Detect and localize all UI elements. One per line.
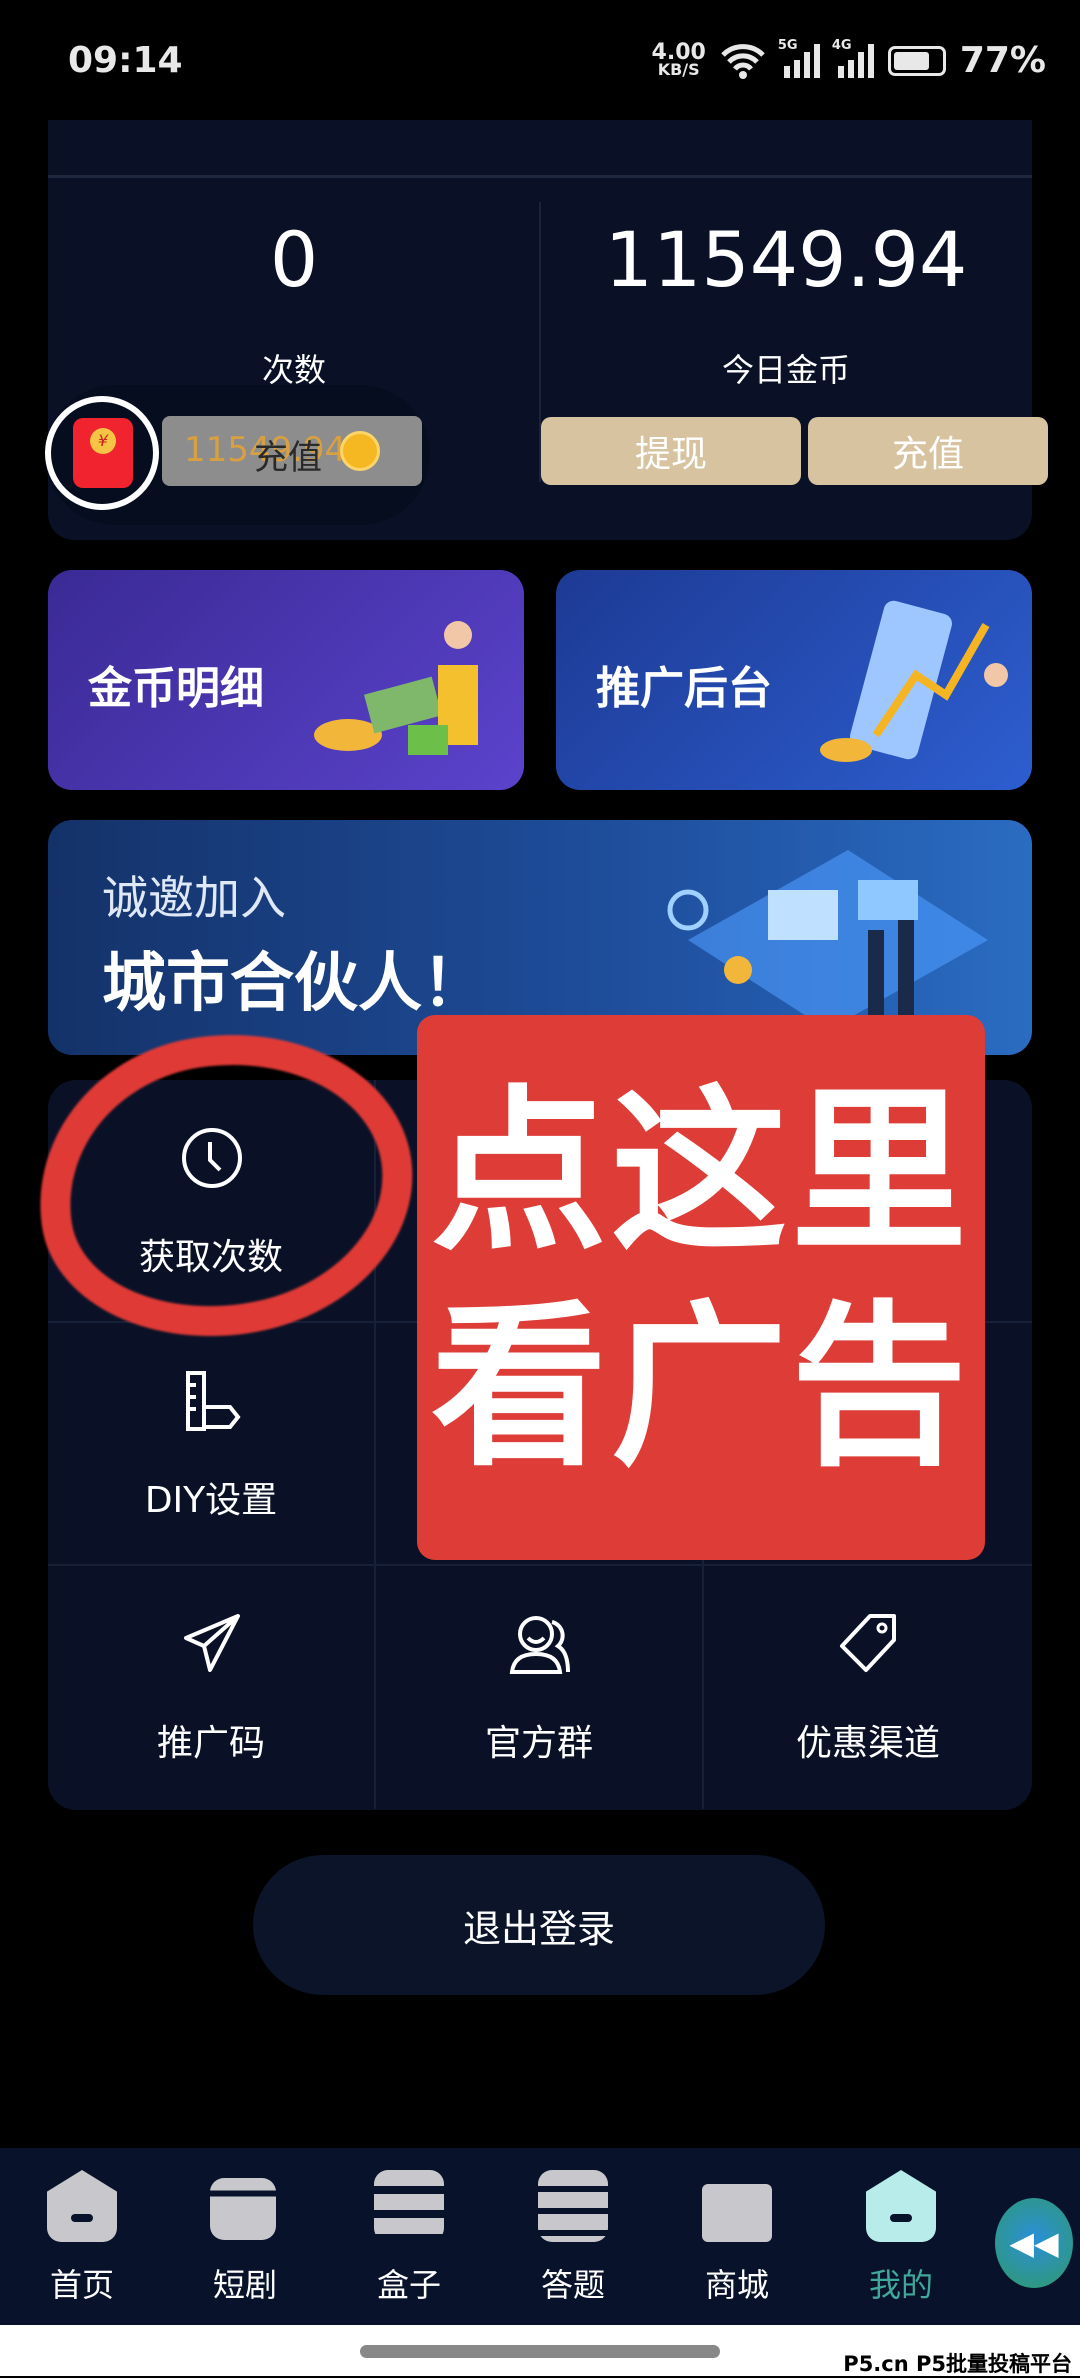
coins-label: 今日金币 (721, 351, 850, 389)
nav-home[interactable]: 首页 (0, 2148, 164, 2325)
ruler-pencil-icon (186, 1371, 241, 1431)
bottom-nav: 首页 短剧 盒子 答题 商城 我的 ◀◀ (0, 2148, 1080, 2325)
coin-details-tile[interactable]: 金币明细 (48, 570, 524, 790)
tile-label: 金币明细 (88, 663, 264, 714)
banner-subtitle: 诚邀加入 (102, 871, 286, 925)
battery-level: 77% (959, 40, 1046, 81)
coin-icon (340, 431, 380, 471)
home-icon (47, 2170, 117, 2242)
count-value: 0 (269, 215, 319, 304)
coins-value: 11549.94 (604, 215, 968, 304)
overlay-line2: 看广告 (430, 1285, 971, 1490)
tile-label: 推广后台 (596, 663, 772, 714)
clapperboard-icon (210, 2178, 276, 2240)
grid-item-diy-settings[interactable]: DIY设置 (48, 1323, 376, 1566)
tag-icon (840, 1614, 896, 1672)
nav-quiz[interactable]: 答题 (491, 2148, 655, 2325)
banner-title: 城市合伙人！ (102, 947, 486, 1021)
home-indicator[interactable] (360, 2345, 720, 2358)
status-icons: 4.00 KB/S 5G 4G 77% (651, 38, 1046, 82)
overlay-line1: 点这里 (430, 1070, 971, 1275)
red-envelope-icon[interactable] (45, 396, 159, 510)
paper-plane-icon (184, 1614, 240, 1672)
clock: 09:14 (68, 40, 183, 81)
floating-label: 充值 (254, 438, 322, 478)
home-icon (866, 2170, 936, 2242)
grid-item-label: 官方群 (484, 1723, 593, 1764)
grid-item-label: DIY设置 (144, 1480, 278, 1521)
signal-4g-icon: 4G (832, 38, 874, 78)
logout-button[interactable]: 退出登录 (253, 1855, 825, 1995)
net-speed: 4.00 KB/S (651, 39, 706, 79)
grid-item-label: 推广码 (156, 1723, 265, 1764)
status-bar: 09:14 4.00 KB/S 5G 4G 77% (0, 0, 1080, 120)
watch-ad-overlay[interactable]: 点这里 看广告 (417, 1015, 985, 1560)
grid-item-official-group[interactable]: 官方群 (376, 1566, 704, 1809)
floating-rewind-button[interactable]: ◀◀ (995, 2198, 1073, 2288)
shopping-bag-icon (702, 2184, 772, 2242)
grid-item-discount-channel[interactable]: 优惠渠道 (704, 1566, 1032, 1809)
promotion-backend-tile[interactable]: 推广后台 (556, 570, 1032, 790)
battery-icon (887, 45, 946, 76)
nav-short-drama[interactable]: 短剧 (163, 2148, 327, 2325)
list-icon (538, 2170, 608, 2242)
box-icon (374, 2170, 444, 2242)
money-illustration-icon (314, 621, 478, 755)
group-icon (509, 1616, 570, 1674)
chart-illustration-icon (820, 600, 1008, 762)
wifi-icon (721, 43, 765, 79)
nav-box[interactable]: 盒子 (327, 2148, 491, 2325)
divider (48, 175, 1032, 178)
nav-mine[interactable]: 我的 (819, 2148, 983, 2325)
grid-item-label: 优惠渠道 (795, 1723, 940, 1764)
watermark: P5.cn P5批量投稿平台 (843, 2352, 1072, 2376)
signal-5g-icon: 5G (778, 38, 820, 78)
nav-mall[interactable]: 商城 (655, 2148, 819, 2325)
grid-item-promo-code[interactable]: 推广码 (48, 1566, 376, 1809)
withdraw-button[interactable]: 提现 (541, 417, 801, 485)
recharge-button[interactable]: 充值 (808, 417, 1048, 485)
floating-reward-box[interactable]: 11549.94 充值 (162, 416, 422, 486)
